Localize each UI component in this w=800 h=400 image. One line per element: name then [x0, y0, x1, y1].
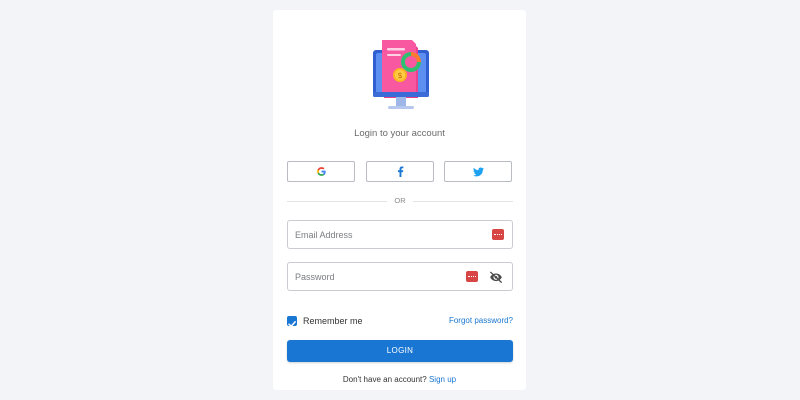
login-subtitle: Login to your account: [354, 128, 445, 139]
google-icon: [316, 167, 326, 176]
social-login-row: [287, 161, 513, 183]
twitter-login-button[interactable]: [444, 161, 512, 182]
signup-prompt: Don't have an account? Sign up: [273, 375, 526, 384]
email-field-container: [287, 220, 513, 249]
facebook-icon: [397, 166, 403, 177]
google-login-button[interactable]: [287, 161, 355, 182]
checkmark-icon: [288, 321, 296, 328]
remember-me-row: Remember me: [287, 314, 363, 328]
password-manager-icon[interactable]: [492, 229, 504, 240]
password-field-container: [287, 262, 513, 291]
eye-off-icon[interactable]: [489, 271, 503, 283]
password-field[interactable]: [295, 263, 475, 290]
signup-prompt-text: Don't have an account?: [342, 375, 427, 384]
monitor-illustration-icon: $: [373, 40, 429, 109]
facebook-login-button[interactable]: [366, 161, 434, 182]
remember-me-label: Remember me: [303, 316, 363, 326]
login-card: $ Login to your account OR Email Address…: [273, 10, 526, 390]
email-field[interactable]: [295, 221, 475, 248]
svg-text:$: $: [397, 71, 402, 80]
login-button[interactable]: LOGIN: [287, 340, 513, 362]
forgot-password-link[interactable]: Forgot password?: [449, 316, 513, 325]
password-manager-icon[interactable]: [466, 271, 478, 282]
or-divider: OR: [287, 196, 513, 206]
signup-link[interactable]: Sign up: [429, 375, 456, 384]
divider-line-right: [413, 201, 513, 202]
remember-me-checkbox[interactable]: [287, 316, 297, 328]
twitter-icon: [472, 166, 484, 176]
